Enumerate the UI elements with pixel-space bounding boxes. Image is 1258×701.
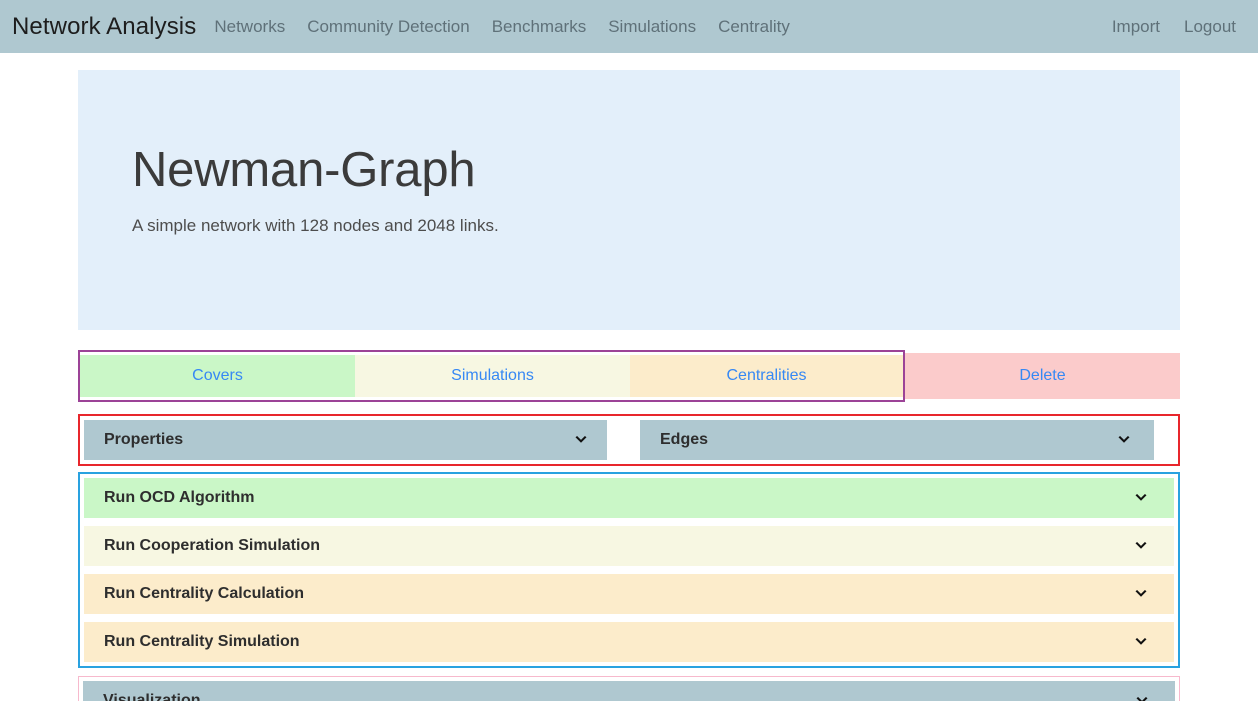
panel-properties[interactable]: Properties (84, 420, 607, 460)
nav-link-logout[interactable]: Logout (1184, 17, 1236, 37)
nav-link-networks[interactable]: Networks (214, 17, 285, 37)
panel-run-ocd-algorithm-label: Run OCD Algorithm (104, 489, 255, 506)
nav-link-import[interactable]: Import (1112, 17, 1160, 37)
page-subtitle: A simple network with 128 nodes and 2048… (132, 216, 499, 235)
tab-covers[interactable]: Covers (80, 355, 355, 397)
network-hero-banner: Newman-Graph A simple network with 128 n… (78, 70, 1180, 330)
chevron-down-icon (573, 432, 589, 448)
info-panel-group: Properties Edges (78, 414, 1180, 466)
panel-run-centrality-calculation[interactable]: Run Centrality Calculation (84, 574, 1174, 614)
nav-link-community-detection[interactable]: Community Detection (307, 17, 470, 37)
panel-visualization-label: Visualization (103, 692, 201, 701)
panel-run-ocd-algorithm[interactable]: Run OCD Algorithm (84, 478, 1174, 518)
panel-edges-label: Edges (660, 431, 709, 448)
content-container: Newman-Graph A simple network with 128 n… (78, 70, 1180, 701)
visualization-panel-group: Visualization (78, 676, 1180, 701)
nav-links: Networks Community Detection Benchmarks … (214, 17, 790, 37)
tab-delete[interactable]: Delete (905, 353, 1180, 399)
nav-link-simulations[interactable]: Simulations (608, 17, 696, 37)
tab-simulations[interactable]: Simulations (355, 355, 630, 397)
info-panel-row: Properties Edges (84, 420, 1174, 460)
nav-link-benchmarks[interactable]: Benchmarks (492, 17, 586, 37)
chevron-down-icon (1133, 634, 1149, 650)
panel-properties-label: Properties (104, 431, 184, 448)
run-panel-group: Run OCD Algorithm Run Cooperation Simula… (78, 472, 1180, 668)
tab-group-primary: Covers Simulations Centralities (78, 350, 905, 402)
panel-stack: Properties Edges Run OCD Algorithm Run C… (78, 414, 1180, 701)
panel-run-cooperation-simulation-label: Run Cooperation Simulation (104, 537, 320, 554)
top-navbar: Network Analysis Networks Community Dete… (0, 0, 1258, 53)
chevron-down-icon (1133, 538, 1149, 554)
chevron-down-icon (1133, 586, 1149, 602)
chevron-down-icon (1116, 432, 1132, 448)
panel-run-centrality-simulation-label: Run Centrality Simulation (104, 633, 300, 650)
panel-visualization[interactable]: Visualization (83, 681, 1175, 701)
panel-run-centrality-simulation[interactable]: Run Centrality Simulation (84, 622, 1174, 662)
panel-edges[interactable]: Edges (640, 420, 1154, 460)
panel-run-centrality-calculation-label: Run Centrality Calculation (104, 585, 305, 602)
tab-centralities[interactable]: Centralities (630, 355, 903, 397)
nav-link-centrality[interactable]: Centrality (718, 17, 790, 37)
app-brand[interactable]: Network Analysis (12, 13, 214, 41)
page-body: Newman-Graph A simple network with 128 n… (0, 53, 1258, 701)
page-title: Newman-Graph (132, 143, 476, 197)
nav-right-links: Import Logout (1112, 17, 1242, 37)
panel-run-cooperation-simulation[interactable]: Run Cooperation Simulation (84, 526, 1174, 566)
chevron-down-icon (1134, 693, 1150, 701)
tab-bar: Covers Simulations Centralities Delete (78, 350, 1180, 402)
chevron-down-icon (1133, 490, 1149, 506)
